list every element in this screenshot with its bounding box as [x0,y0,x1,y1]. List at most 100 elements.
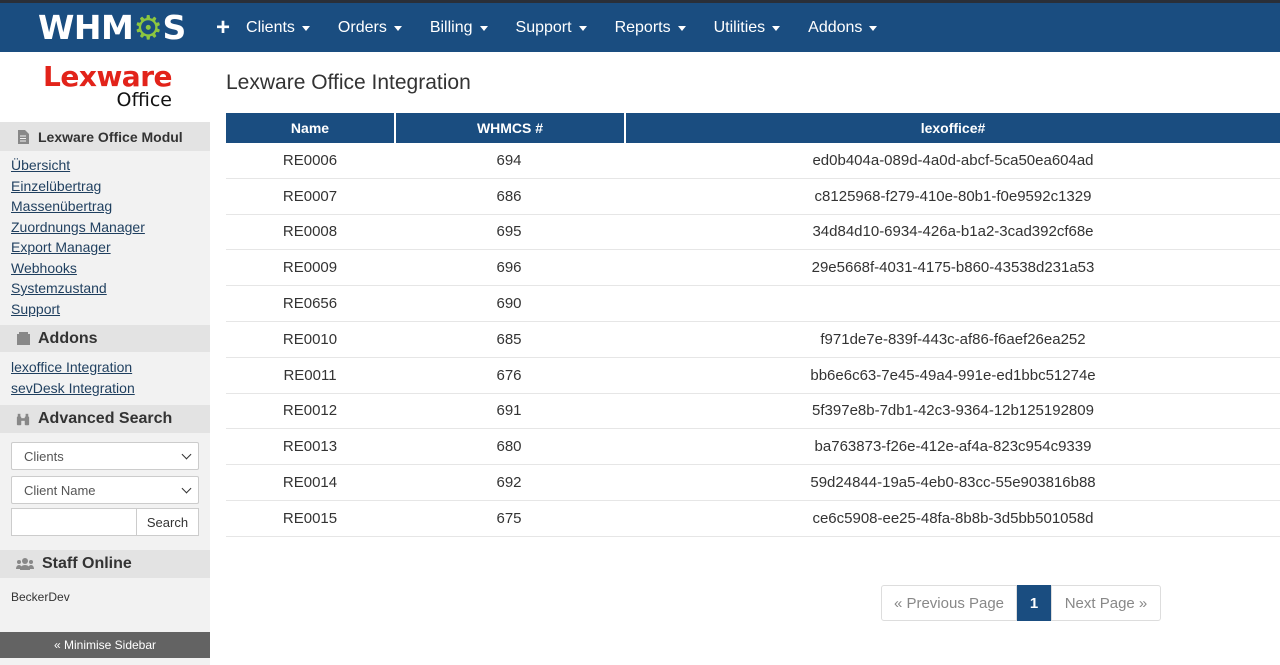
whmcs-logo[interactable]: WHM ⚙ S [0,3,210,52]
previous-page-button[interactable]: « Previous Page [881,585,1017,621]
table-row: RE0015 675 ce6c5908-ee25-48fa-8b8b-3d5bb50… [226,501,1280,537]
sidebar-link-lexoffice-integration[interactable]: lexoffice Integration [11,357,210,378]
nav-utilities[interactable]: Utilities [714,19,781,37]
pagination: « Previous Page 1 Next Page » [881,585,1161,621]
cell-name: RE0011 [283,366,337,384]
sidebar-link-uebersicht[interactable]: Übersicht [11,155,210,176]
caret-down-icon [772,26,781,31]
search-type-select[interactable]: Clients [11,442,199,470]
nav-addons[interactable]: Addons [808,18,878,37]
cell-name: RE0010 [282,330,338,348]
add-new-icon[interactable]: + [216,15,230,40]
cell-lexoffice-id: 59d24844-19a5-4eb0-83cc-55e903816b88 [810,474,1096,492]
cell-lexoffice-id: ba763873-f26e-412e-af4a-823c954c9339 [814,438,1092,456]
module-links: Übersicht Einzelübertrag Massenübertrag … [0,151,210,325]
users-icon [16,557,34,571]
cell-whmcs-id: 691 [496,402,522,420]
cell-lexoffice-id: bb6e6c63-7e45-49a4-991e-ed1bbc51274e [810,366,1096,384]
cell-whmcs-id: 676 [496,366,522,384]
cell-lexoffice-id: 29e5668f-4031-4175-b860-43538d231a53 [811,259,1095,277]
chevron-down-icon [181,449,192,459]
sidebar-link-zuordnungs-manager[interactable]: Zuordnungs Manager [11,217,210,238]
table-row: RE0012 691 5f397e8b-7db1-42c3-9364-12b1251… [226,394,1280,430]
nav-clients[interactable]: Clients [246,19,310,37]
caret-down-icon [677,26,686,31]
main-content: Lexware Office Integration Name WHMCS # … [210,52,1280,665]
nav-label: Addons [808,18,863,36]
sidebar-link-webhooks[interactable]: Webhooks [11,258,210,279]
staff-online-heading-label: Staff Online [42,555,132,572]
nav-support[interactable]: Support [516,19,587,37]
table-row: RE0656 690 [226,286,1280,322]
cell-lexoffice-id: 5f397e8b-7db1-42c3-9364-12b125192809 [812,402,1094,420]
table-row: RE0007 686 c8125968-f279-410e-80b1-f0e9592… [226,179,1280,215]
module-heading: Lexware Office Modul [0,122,210,151]
staff-online-user: BeckerDev [11,590,70,604]
staff-online-heading: Staff Online [0,550,210,578]
sidebar-link-support[interactable]: Support [11,299,210,320]
page-title: Lexware Office Integration [226,71,471,94]
sidebar-link-sevdesk-integration[interactable]: sevDesk Integration [11,378,210,399]
cell-whmcs-id: 686 [496,187,522,205]
caret-down-icon [578,26,587,31]
addons-heading: Addons [0,325,210,352]
logo-line1: Lexware [43,60,172,93]
minimise-sidebar-button[interactable]: « Minimise Sidebar [0,632,210,658]
search-field-select[interactable]: Client Name [11,476,199,504]
cell-lexoffice-id: ce6c5908-ee25-48fa-8b8b-3d5bb501058d [812,509,1094,527]
sidebar-link-systemzustand[interactable]: Systemzustand [11,278,210,299]
lexware-office-logo: Lexware Office [0,52,210,122]
nav-label: Utilities [713,18,766,36]
gear-icon: ⚙ [133,8,163,47]
sidebar-link-einzeluebertrag[interactable]: Einzelübertrag [11,176,210,197]
document-icon [16,129,30,144]
addons-links: lexoffice Integration sevDesk Integratio… [0,352,210,404]
nav-label: Support [515,18,572,36]
current-page-button[interactable]: 1 [1017,585,1051,621]
table-row: RE0014 692 59d24844-19a5-4eb0-83cc-55e9038… [226,465,1280,501]
cube-icon [16,332,30,346]
cell-name: RE0012 [282,402,338,420]
cell-whmcs-id: 675 [496,509,522,527]
nav-label: Billing [429,18,473,36]
module-heading-label: Lexware Office Modul [38,128,183,145]
advanced-search-heading: Advanced Search [0,405,210,433]
column-header-lexoffice[interactable]: lexoffice# [626,113,1280,143]
nav-label: Reports [614,18,671,36]
cell-lexoffice-id: c8125968-f279-410e-80b1-f0e9592c1329 [814,187,1092,205]
advanced-search-heading-label: Advanced Search [38,410,173,427]
table-row: RE0009 696 29e5668f-4031-4175-b860-43538d2… [226,250,1280,287]
cell-name: RE0006 [282,151,338,169]
caret-down-icon [301,26,310,31]
cell-whmcs-id: 685 [496,330,522,348]
cell-whmcs-id: 695 [496,223,522,241]
invoice-mapping-table: Name WHMCS # lexoffice# RE0006 694 ed0b404… [226,113,1280,537]
search-input[interactable] [11,508,136,536]
search-button[interactable]: Search [136,508,199,536]
nav-billing[interactable]: Billing [430,19,488,37]
search-type-value: Clients [24,448,64,464]
caret-down-icon [869,26,878,31]
cell-whmcs-id: 690 [496,295,522,313]
cell-name: RE0009 [282,259,338,277]
next-page-button[interactable]: Next Page » [1051,585,1161,621]
column-header-whmcs[interactable]: WHMCS # [396,113,624,143]
cell-lexoffice-id: ed0b404a-089d-4a0d-abcf-5ca50ea604ad [812,151,1094,169]
top-navbar: WHM ⚙ S + Clients Orders Billing Support R… [0,0,1280,52]
cell-whmcs-id: 694 [496,151,522,169]
logo-line2: Office [116,89,172,111]
nav-reports[interactable]: Reports [615,19,686,37]
column-header-name[interactable]: Name [226,113,394,143]
sidebar-link-massenuebertrag[interactable]: Massenübertrag [11,196,210,217]
table-row: RE0006 694 ed0b404a-089d-4a0d-abcf-5ca50ea… [226,143,1280,179]
sidebar-link-export-manager[interactable]: Export Manager [11,237,210,258]
table-row: RE0013 680 ba763873-f26e-412e-af4a-823c954… [226,429,1280,466]
nav-orders[interactable]: Orders [338,19,402,37]
search-row: Search [11,508,199,536]
nav-label: Orders [337,18,387,36]
chevron-down-icon [181,483,192,493]
cell-lexoffice-id: f971de7e-839f-443c-af86-f6aef26ea252 [820,330,1086,348]
caret-down-icon [393,26,402,31]
table-header: Name WHMCS # lexoffice# [226,113,1280,143]
cell-whmcs-id: 692 [496,474,522,492]
